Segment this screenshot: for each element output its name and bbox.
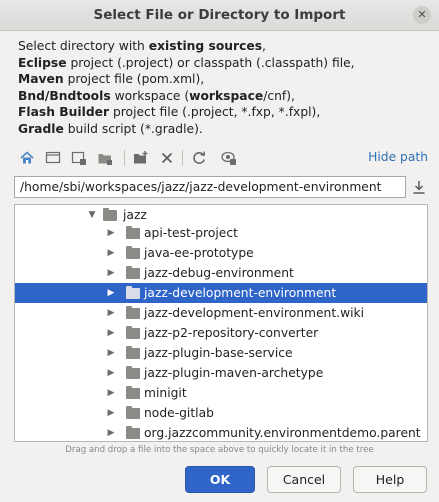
- close-icon: ✕: [417, 8, 427, 21]
- toolbar-separator: [182, 150, 183, 166]
- folder-icon: [126, 226, 140, 239]
- chevron-right-icon[interactable]: ▶: [106, 403, 116, 423]
- tree-node-label: node-gitlab: [144, 406, 214, 420]
- tree-node[interactable]: ▶ java-ee-prototype: [15, 243, 427, 263]
- tree-node-label: jazz-plugin-base-service: [144, 346, 293, 360]
- tree-node[interactable]: ▶ jazz-p2-repository-converter: [15, 323, 427, 343]
- desktop-icon[interactable]: [44, 149, 62, 167]
- tree-node-label: jazz-debug-environment: [144, 266, 294, 280]
- help-button[interactable]: Help: [353, 466, 427, 493]
- folder-icon: [126, 286, 140, 299]
- drag-drop-hint: Drag and drop a file into the space abov…: [65, 445, 374, 455]
- tree-node[interactable]: ▶ jazz-debug-environment: [15, 263, 427, 283]
- description-line-bnd: Bnd/Bndtools workspace (workspace/cnf),: [18, 88, 295, 103]
- folder-icon: [126, 386, 140, 399]
- module-icon[interactable]: [96, 149, 114, 167]
- project-icon[interactable]: [70, 149, 88, 167]
- new-folder-icon[interactable]: [132, 149, 150, 167]
- tree-node[interactable]: ▶ node-gitlab: [15, 403, 427, 423]
- tree-node[interactable]: ▶ jazz-development-environment.wiki: [15, 303, 427, 323]
- tree-node-label: minigit: [144, 386, 187, 400]
- ok-button[interactable]: OK: [185, 466, 255, 493]
- tree-node[interactable]: ▶ org.jazzcommunity.environmentdemo.pare…: [15, 423, 427, 441]
- download-icon[interactable]: [410, 178, 428, 196]
- toolbar-separator: [124, 150, 125, 166]
- folder-icon: [126, 366, 140, 379]
- tree-node[interactable]: ▶ jazz-plugin-maven-archetype: [15, 363, 427, 383]
- folder-icon: [126, 346, 140, 359]
- folder-icon: [126, 326, 140, 339]
- tree-node-label: org.jazzcommunity.environmentdemo.parent: [144, 426, 421, 440]
- tree-node-selected[interactable]: ▶ jazz-development-environment: [15, 283, 427, 303]
- tree-node-label: java-ee-prototype: [144, 246, 254, 260]
- home-icon[interactable]: [18, 149, 36, 167]
- chevron-right-icon[interactable]: ▶: [106, 243, 116, 263]
- tree-node[interactable]: ▶ minigit: [15, 383, 427, 403]
- tree-node-label: jazz-p2-repository-converter: [144, 326, 319, 340]
- file-chooser-toolbar: Hide path: [14, 146, 428, 170]
- description-line-gradle: Gradle build script (*.gradle).: [18, 121, 203, 136]
- chevron-right-icon[interactable]: ▶: [106, 323, 116, 343]
- folder-icon: [126, 266, 140, 279]
- import-description: Select directory with existing sources, …: [18, 38, 428, 138]
- tree-node-label: api-test-project: [144, 226, 238, 240]
- folder-icon: [126, 246, 140, 259]
- description-line-sources: Select directory with existing sources,: [18, 39, 266, 53]
- chevron-right-icon[interactable]: ▶: [106, 383, 116, 403]
- cancel-button[interactable]: Cancel: [267, 466, 341, 493]
- description-line-flash-builder: Flash Builder project file (.project, *.…: [18, 105, 321, 120]
- tree-node-label: jazz-development-environment: [144, 286, 337, 300]
- chevron-right-icon[interactable]: ▶: [106, 283, 116, 303]
- tree-node[interactable]: ▶ api-test-project: [15, 223, 427, 243]
- close-button[interactable]: ✕: [413, 6, 431, 24]
- folder-icon: [126, 306, 140, 319]
- tree-node-label: jazz: [123, 208, 147, 222]
- folder-icon: [126, 406, 140, 419]
- chevron-right-icon[interactable]: ▶: [106, 343, 116, 363]
- tree-node[interactable]: ▶ jazz-plugin-base-service: [15, 343, 427, 363]
- chevron-right-icon[interactable]: ▶: [106, 363, 116, 383]
- tree-node-parent[interactable]: ▼ jazz: [15, 205, 427, 225]
- title-bar: Select File or Directory to Import ✕: [0, 0, 439, 31]
- chevron-right-icon[interactable]: ▶: [106, 263, 116, 283]
- refresh-icon[interactable]: [190, 149, 208, 167]
- delete-icon[interactable]: [158, 149, 176, 167]
- hide-path-link[interactable]: Hide path: [368, 150, 428, 164]
- folder-icon: [103, 208, 117, 221]
- path-input[interactable]: /home/sbi/workspaces/jazz/jazz-developme…: [14, 176, 406, 198]
- tree-node-label: jazz-plugin-maven-archetype: [144, 366, 324, 380]
- description-line-eclipse: Eclipse project (.project) or classpath …: [18, 55, 355, 70]
- chevron-right-icon[interactable]: ▶: [106, 223, 116, 243]
- description-line-maven: Maven project file (pom.xml),: [18, 72, 205, 87]
- folder-icon: [126, 426, 140, 439]
- show-hidden-icon[interactable]: [220, 149, 238, 167]
- directory-tree[interactable]: ▼ jazz ▶ api-test-project ▶ java-ee-prot…: [14, 204, 428, 442]
- dialog-title: Select File or Directory to Import: [93, 7, 346, 23]
- chevron-right-icon[interactable]: ▶: [106, 303, 116, 323]
- tree-node-label: jazz-development-environment.wiki: [144, 306, 365, 320]
- chevron-right-icon[interactable]: ▶: [106, 423, 116, 441]
- chevron-down-icon[interactable]: ▼: [87, 205, 97, 225]
